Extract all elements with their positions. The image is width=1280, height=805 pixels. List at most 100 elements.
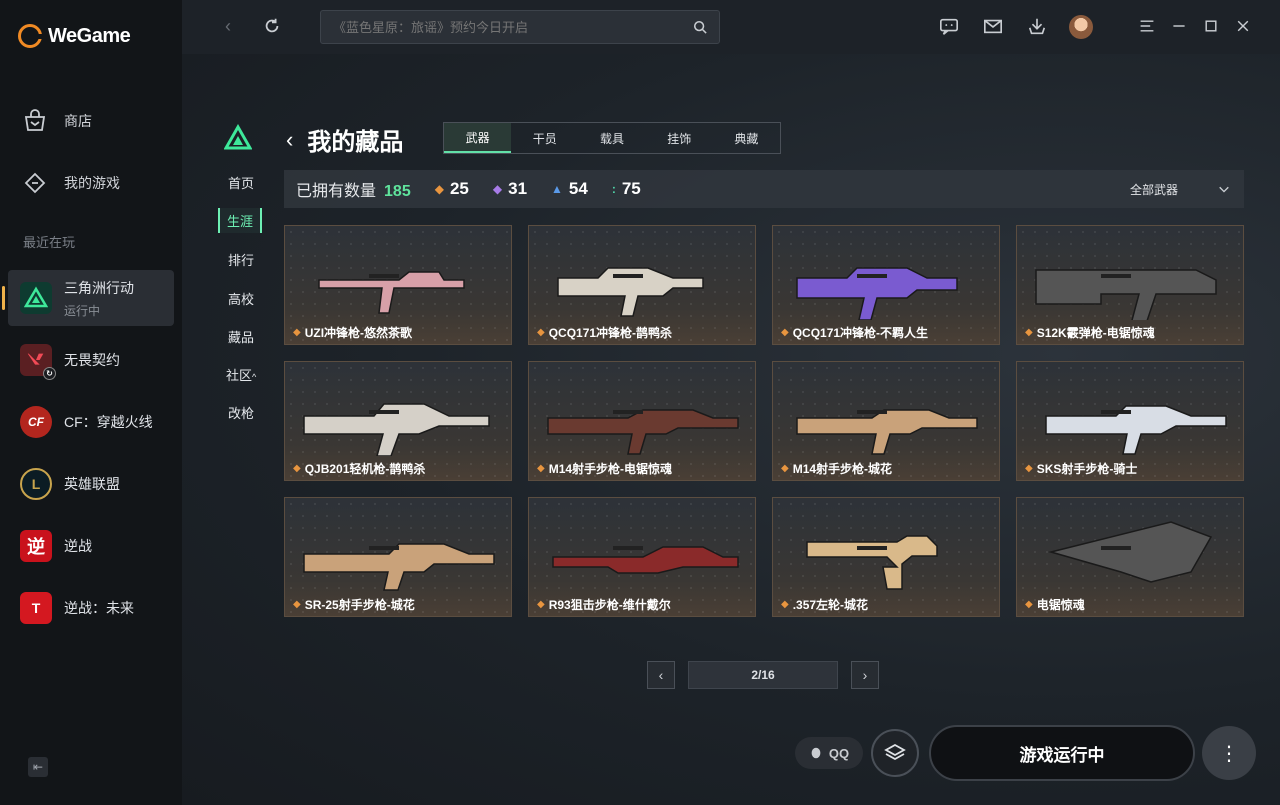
game-delta-force[interactable]: 三角洲行动 运行中	[2, 270, 174, 326]
item-label: ◆ .357左轮-城花	[781, 596, 868, 613]
subnav-modify-gun[interactable]: 改枪	[226, 403, 256, 422]
game-nizhan[interactable]: 逆 逆战	[8, 518, 174, 574]
qq-button[interactable]: QQ	[795, 737, 863, 769]
game-nizhan-future[interactable]: T 逆战：未来	[8, 580, 174, 636]
game-valorant[interactable]: ↻ 无畏契约	[8, 332, 174, 388]
subnav-college[interactable]: 高校	[226, 289, 256, 308]
item-card[interactable]: ◆ SR-25射手步枪-城花	[284, 497, 512, 617]
item-card[interactable]: ◆ M14射手步枪-电锯惊魂	[528, 361, 756, 481]
recent-label: 最近在玩	[23, 235, 76, 250]
back-icon[interactable]: ‹	[216, 14, 240, 38]
prev-page-button[interactable]: ‹	[647, 661, 675, 689]
subnav-collection[interactable]: 藏品	[226, 327, 256, 346]
minimize-icon[interactable]	[1167, 14, 1191, 38]
game-name: CF：穿越火线	[64, 414, 153, 430]
weapon-image	[318, 271, 465, 314]
menu-icon[interactable]	[1135, 14, 1159, 38]
subnav-rank[interactable]: 排行	[226, 250, 256, 269]
rarity-diamond-icon: ◆	[293, 463, 301, 474]
subnav-career[interactable]: 生涯	[218, 208, 262, 233]
qq-label: QQ	[828, 745, 850, 761]
valorant-icon: ↻	[20, 344, 56, 380]
weapon-image	[547, 409, 739, 455]
subnav-home[interactable]: 首页	[226, 173, 256, 192]
item-card[interactable]: ◆ UZI冲锋枪-悠然茶歌	[284, 225, 512, 345]
rarity-dots-icon: :	[611, 182, 616, 196]
nav-my-games-label: 我的游戏	[64, 175, 120, 191]
collapse-sidebar-icon[interactable]: ⇤	[28, 757, 48, 777]
rarity-diamond-icon: ◆	[492, 182, 503, 196]
layers-icon	[884, 743, 906, 761]
maximize-icon[interactable]	[1199, 14, 1223, 38]
user-avatar[interactable]	[1069, 15, 1093, 39]
subnav-community[interactable]: 社区^	[226, 365, 266, 384]
brand-name: WeGame	[48, 24, 131, 47]
item-name: QCQ171冲锋枪-鹊鸭杀	[548, 326, 673, 340]
item-name: .357左轮-城花	[792, 598, 869, 612]
rarity-diamond-icon: ◆	[1025, 463, 1033, 474]
game-crossfire[interactable]: CF CF：穿越火线	[8, 394, 174, 450]
item-card[interactable]: ◆ .357左轮-城花	[772, 497, 1000, 617]
download-icon[interactable]	[1025, 14, 1049, 38]
item-name: M14射手步枪-城花	[792, 462, 893, 476]
rarity-count: 31	[508, 179, 528, 198]
nav-store-label: 商店	[64, 113, 92, 129]
tab-archive[interactable]: 典藏	[713, 123, 780, 153]
next-page-button[interactable]: ›	[851, 661, 879, 689]
weapon-image	[1048, 521, 1213, 583]
nizhan-icon: 逆	[20, 530, 52, 562]
item-card[interactable]: ◆ R93狙击步枪-维什戴尔	[528, 497, 756, 617]
my-games-icon	[24, 172, 46, 194]
item-card[interactable]: ◆ S12K霰弹枪-电锯惊魂	[1016, 225, 1244, 345]
game-name: 逆战：未来	[64, 600, 134, 616]
rarity-count: 75	[621, 179, 641, 198]
item-card[interactable]: ◆ 电锯惊魂	[1016, 497, 1244, 617]
tab-charms[interactable]: 挂饰	[646, 123, 713, 153]
category-tabs: 武器 干员 载具 挂饰 典藏	[443, 122, 781, 154]
weapon-image	[552, 546, 739, 574]
item-label: ◆ 电锯惊魂	[1025, 596, 1085, 613]
chat-icon[interactable]	[937, 14, 961, 38]
search-icon[interactable]	[693, 20, 707, 34]
item-label: ◆ UZI冲锋枪-悠然茶歌	[293, 324, 412, 341]
tab-operators[interactable]: 干员	[511, 123, 578, 153]
search-bar[interactable]	[320, 10, 720, 44]
back-chevron-icon[interactable]: ‹	[286, 127, 293, 153]
layers-button[interactable]	[871, 729, 919, 777]
item-card[interactable]: ◆ SKS射手步枪-骑士	[1016, 361, 1244, 481]
refresh-icon[interactable]	[260, 14, 284, 38]
weapon-filter-dropdown[interactable]: 全部武器	[1130, 181, 1230, 198]
nav-my-games[interactable]: 我的游戏	[22, 170, 120, 196]
item-label: ◆ R93狙击步枪-维什戴尔	[537, 596, 671, 613]
item-card[interactable]: ◆ QCQ171冲锋枪-鹊鸭杀	[528, 225, 756, 345]
game-lol[interactable]: L 英雄联盟	[8, 456, 174, 512]
weapon-image	[303, 403, 490, 456]
page-header: ‹ 我的藏品	[286, 122, 403, 157]
rarity-diamond-icon: ◆	[781, 599, 789, 610]
mail-icon[interactable]	[981, 14, 1005, 38]
item-card[interactable]: ◆ M14射手步枪-城花	[772, 361, 1000, 481]
item-card[interactable]: ◆ QJB201轻机枪-鹊鸭杀	[284, 361, 512, 481]
close-icon[interactable]	[1231, 14, 1255, 38]
launch-button[interactable]: 游戏运行中	[929, 725, 1195, 781]
item-card[interactable]: ◆ QCQ171冲锋枪-不羁人生	[772, 225, 1000, 345]
nav-store[interactable]: 商店	[22, 108, 92, 134]
chevron-up-icon: ^	[252, 372, 257, 382]
tab-weapons[interactable]: 武器	[444, 123, 512, 153]
nizhan-future-icon: T	[20, 592, 52, 624]
more-options-button[interactable]: ⋮	[1202, 726, 1256, 780]
filter-value: 全部武器	[1129, 182, 1178, 197]
rarity-count: 54	[568, 179, 588, 198]
search-input[interactable]	[333, 19, 673, 35]
owned-label: 已拥有数量	[296, 183, 377, 200]
tab-vehicles[interactable]: 载具	[578, 123, 645, 153]
rarity-stat-blue: ▲ 54	[551, 179, 588, 199]
wegame-logo[interactable]: WeGame	[18, 24, 131, 48]
weapon-image	[796, 409, 978, 455]
item-label: ◆ M14射手步枪-电锯惊魂	[537, 460, 672, 477]
rarity-diamond-icon: ◆	[1025, 599, 1033, 610]
delta-force-logo-icon[interactable]	[223, 123, 253, 157]
rarity-count: 25	[449, 179, 469, 198]
rarity-diamond-icon: ◆	[293, 599, 301, 610]
weapon-image	[806, 535, 938, 590]
